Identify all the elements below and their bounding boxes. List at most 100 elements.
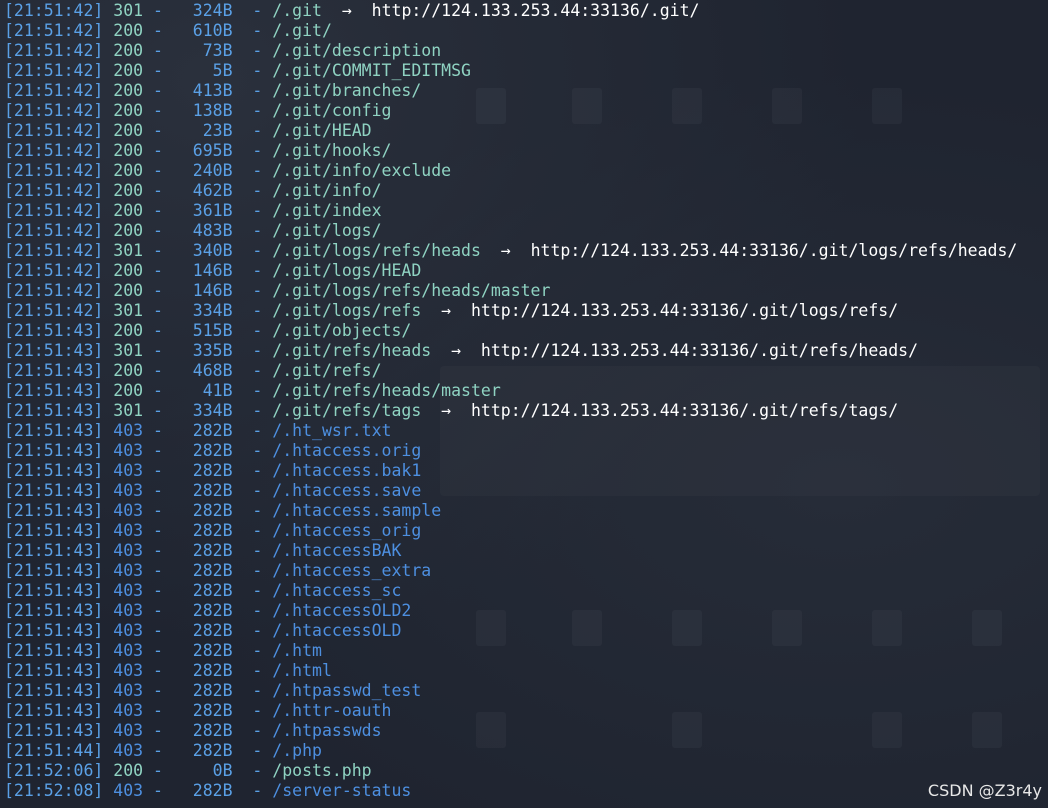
- status-code: 200: [113, 21, 144, 40]
- separator: -: [153, 461, 163, 480]
- scan-result-line: [21:51:42] 200 - 610B - /.git/: [4, 21, 1017, 41]
- scan-result-line: [21:51:43] 403 - 282B - /.htaccessOLD2: [4, 601, 1017, 621]
- separator: -: [153, 581, 163, 600]
- status-code: 200: [113, 101, 144, 120]
- scan-result-line: [21:51:43] 403 - 282B - /.htaccess_extra: [4, 561, 1017, 581]
- request-path: /.ht_wsr.txt: [272, 421, 392, 440]
- request-path: /.git/refs/tags: [272, 401, 422, 420]
- separator: -: [153, 1, 163, 20]
- separator: -: [252, 721, 263, 740]
- timestamp: [21:51:42]: [4, 241, 104, 260]
- response-size: 282B: [192, 741, 233, 760]
- scan-result-line: [21:51:42] 200 - 240B - /.git/info/exclu…: [4, 161, 1017, 181]
- separator: -: [252, 541, 263, 560]
- separator: -: [252, 701, 263, 720]
- separator: -: [252, 41, 263, 60]
- separator: -: [153, 561, 163, 580]
- response-size: 282B: [192, 781, 233, 800]
- scan-result-line: [21:51:43] 403 - 282B - /.ht_wsr.txt: [4, 421, 1017, 441]
- scan-result-line: [21:51:42] 200 - 146B - /.git/logs/refs/…: [4, 281, 1017, 301]
- response-size: 282B: [192, 541, 233, 560]
- separator: -: [252, 301, 263, 320]
- separator: -: [153, 61, 163, 80]
- request-path: /.git/description: [272, 41, 442, 60]
- status-code: 301: [113, 1, 144, 20]
- scan-result-line: [21:51:42] 301 - 324B - /.git → http://1…: [4, 1, 1017, 21]
- separator: -: [252, 561, 263, 580]
- separator: -: [153, 41, 163, 60]
- separator: -: [252, 181, 263, 200]
- timestamp: [21:51:43]: [4, 541, 104, 560]
- response-size: 462B: [192, 181, 233, 200]
- scan-result-line: [21:51:43] 403 - 282B - /.htpasswd_test: [4, 681, 1017, 701]
- timestamp: [21:51:42]: [4, 21, 104, 40]
- separator: -: [153, 541, 163, 560]
- scan-result-line: [21:51:42] 200 - 413B - /.git/branches/: [4, 81, 1017, 101]
- separator: -: [153, 721, 163, 740]
- status-code: 403: [113, 501, 144, 520]
- scan-result-line: [21:51:43] 403 - 282B - /.htaccess.orig: [4, 441, 1017, 461]
- separator: -: [252, 641, 263, 660]
- request-path: /.htaccess_extra: [272, 561, 432, 580]
- terminal-window[interactable]: [21:51:42] 301 - 324B - /.git → http://1…: [0, 0, 1048, 808]
- response-size: 334B: [192, 301, 233, 320]
- scan-result-line: [21:51:43] 403 - 282B - /.htaccess.bak1: [4, 461, 1017, 481]
- separator: -: [252, 521, 263, 540]
- separator: -: [153, 121, 163, 140]
- separator: -: [153, 401, 163, 420]
- timestamp: [21:51:42]: [4, 101, 104, 120]
- separator: -: [153, 781, 163, 800]
- request-path: /.git/COMMIT_EDITMSG: [272, 61, 471, 80]
- separator: -: [153, 741, 163, 760]
- separator: -: [252, 241, 263, 260]
- separator: -: [252, 621, 263, 640]
- separator: -: [153, 221, 163, 240]
- status-code: 200: [113, 281, 144, 300]
- redirect-arrow-icon: →: [441, 401, 452, 420]
- timestamp: [21:52:06]: [4, 761, 104, 780]
- scan-result-line: [21:51:43] 403 - 282B - /.htaccess.save: [4, 481, 1017, 501]
- separator: -: [153, 261, 163, 280]
- timestamp: [21:51:42]: [4, 181, 104, 200]
- response-size: 138B: [192, 101, 233, 120]
- request-path: /posts.php: [272, 761, 372, 780]
- timestamp: [21:51:42]: [4, 121, 104, 140]
- scan-result-line: [21:51:43] 403 - 282B - /.htaccessBAK: [4, 541, 1017, 561]
- request-path: /.htaccessOLD2: [272, 601, 412, 620]
- separator: -: [252, 381, 263, 400]
- separator: -: [153, 301, 163, 320]
- response-size: 282B: [192, 581, 233, 600]
- scan-result-line: [21:51:43] 403 - 282B - /.htpasswds: [4, 721, 1017, 741]
- request-path: /.git/logs/refs/heads: [272, 241, 481, 260]
- status-code: 403: [113, 541, 144, 560]
- status-code: 403: [113, 701, 144, 720]
- csdn-watermark: CSDN @Z3r4y: [927, 781, 1042, 800]
- scan-result-line: [21:51:43] 403 - 282B - /.htaccess_orig: [4, 521, 1017, 541]
- separator: -: [252, 1, 263, 20]
- status-code: 403: [113, 441, 144, 460]
- status-code: 403: [113, 621, 144, 640]
- redirect-arrow-icon: →: [451, 341, 462, 360]
- timestamp: [21:51:43]: [4, 461, 104, 480]
- status-code: 200: [113, 141, 144, 160]
- timestamp: [21:51:44]: [4, 741, 104, 760]
- response-size: 334B: [192, 401, 233, 420]
- request-path: /.htpasswd_test: [272, 681, 422, 700]
- response-size: 282B: [192, 441, 233, 460]
- separator: -: [252, 61, 263, 80]
- timestamp: [21:51:43]: [4, 661, 104, 680]
- separator: -: [153, 661, 163, 680]
- timestamp: [21:51:42]: [4, 1, 104, 20]
- scan-result-line: [21:51:42] 200 - 695B - /.git/hooks/: [4, 141, 1017, 161]
- status-code: 200: [113, 321, 144, 340]
- separator: -: [153, 341, 163, 360]
- separator: -: [252, 141, 263, 160]
- request-path: /.htaccessBAK: [272, 541, 402, 560]
- separator: -: [153, 381, 163, 400]
- status-code: 200: [113, 381, 144, 400]
- status-code: 200: [113, 761, 144, 780]
- status-code: 301: [113, 301, 144, 320]
- response-size: 282B: [192, 481, 233, 500]
- request-path: /.git: [272, 1, 322, 20]
- separator: -: [153, 641, 163, 660]
